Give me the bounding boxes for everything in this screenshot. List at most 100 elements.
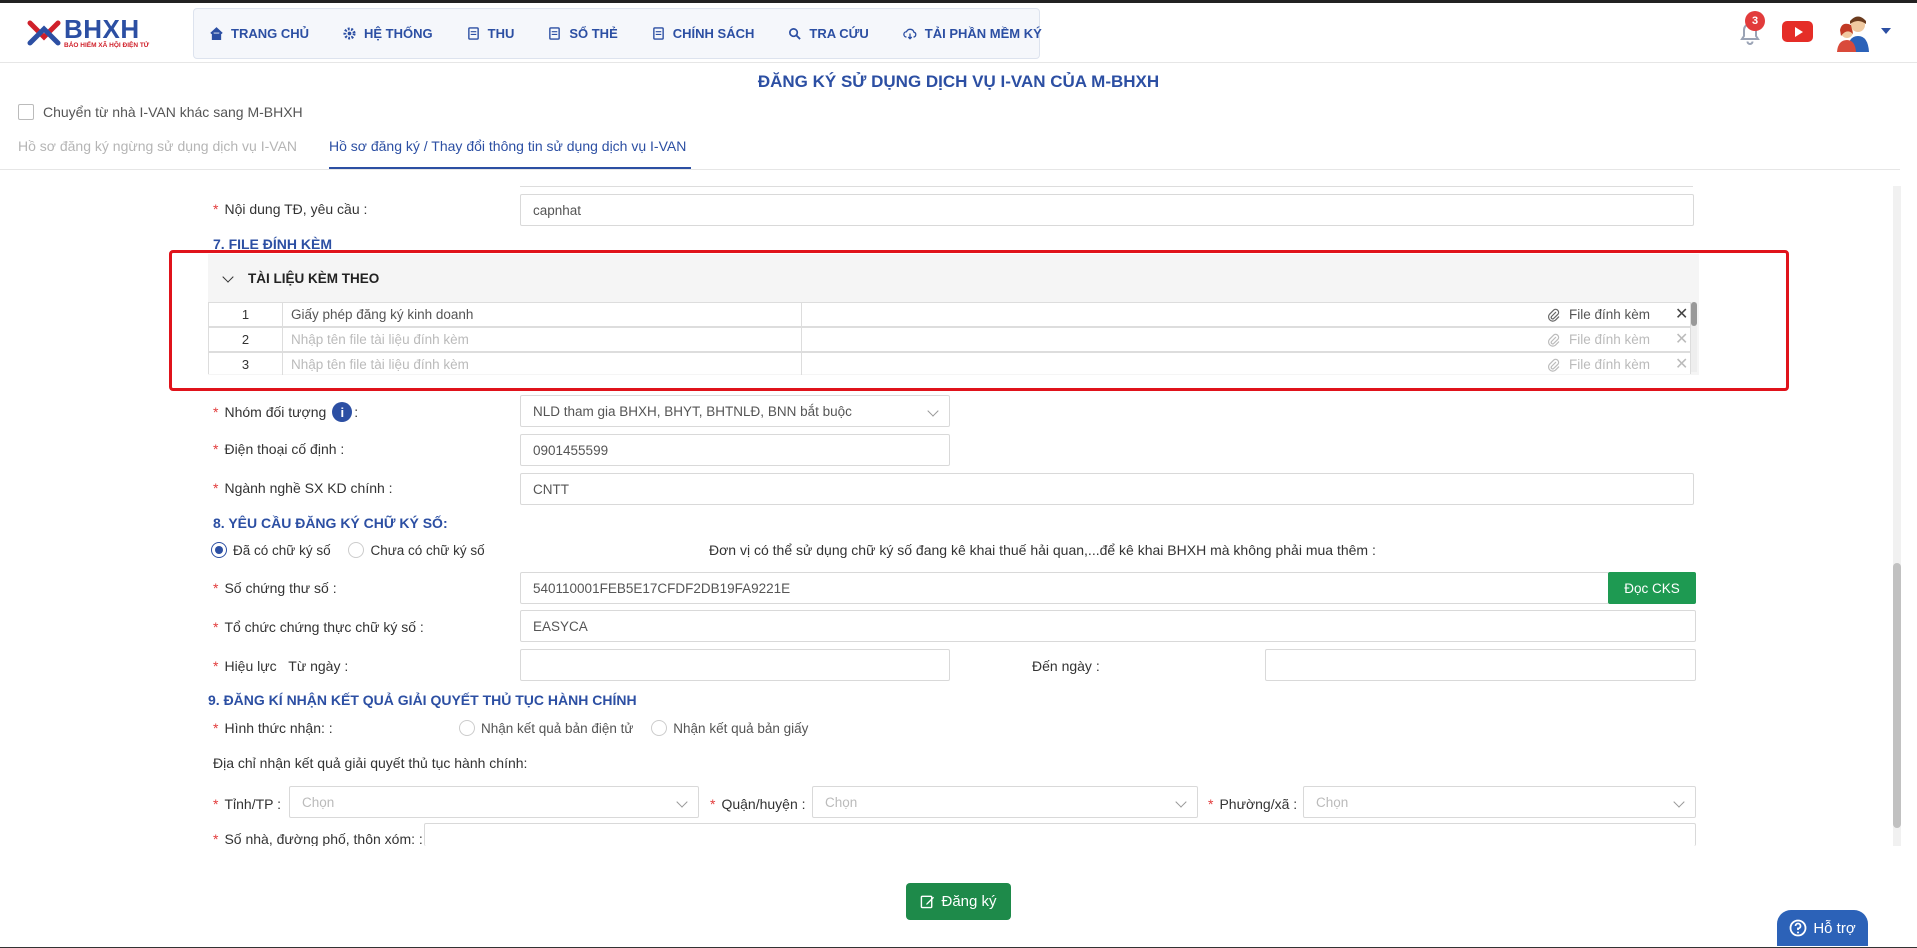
street-label: * Số nhà, đường phố, thôn xóm: : [213, 831, 423, 847]
main-business-label: * Ngành nghề SX KD chính : [213, 480, 393, 496]
receive-paper-radio[interactable]: Nhận kết quả bản giấy [651, 719, 808, 737]
document-icon [467, 27, 479, 40]
account-menu-caret[interactable] [1881, 28, 1891, 34]
nav-so-the[interactable]: SỔ THẺ [548, 26, 618, 41]
cert-serial-label: * Số chứng thư số : [213, 580, 337, 596]
nav-thu-label: THU [487, 26, 515, 41]
nav-chinh-sach-label: CHÍNH SÁCH [672, 26, 755, 41]
main-nav: TRANG CHỦ HỆ THỐNG THU SỔ THẺ CHÍNH SÁCH… [193, 8, 1042, 59]
bhxh-logo[interactable]: BHXH BẢO HIỂM XÃ HỘI ĐIỆN TỬ [26, 12, 171, 54]
has-signature-radio[interactable]: Đã có chữ ký số [211, 541, 331, 559]
nav-home[interactable]: TRANG CHỦ [210, 26, 309, 41]
logo-subtitle: BẢO HIỂM XÃ HỘI ĐIỆN TỬ [64, 42, 150, 49]
nav-download-signer-label: TẢI PHẦN MỀM KÝ [924, 26, 1042, 41]
support-button-label: Hỗ trợ [1813, 919, 1856, 937]
cert-org-label: * Tổ chức chứng thực chữ ký số : [213, 619, 424, 635]
checkbox-box[interactable] [18, 104, 34, 120]
nav-chinh-sach[interactable]: CHÍNH SÁCH [652, 26, 755, 41]
province-label: * Tỉnh/TP : [213, 796, 281, 812]
signature-note: Đơn vị có thể sử dụng chữ ký số đang kê … [709, 542, 1376, 558]
cert-org-input[interactable]: EASYCA [520, 610, 1696, 642]
from-date-label: Từ ngày [288, 658, 341, 674]
page-title: ĐĂNG KÝ SỬ DỤNG DỊCH VỤ I-VAN CỦA M-BHXH [757, 72, 1160, 91]
search-icon [789, 28, 802, 40]
target-group-select[interactable]: NLD tham gia BHXH, BHYT, BHTNLĐ, BNN bắt… [520, 395, 950, 427]
nav-tra-cuu[interactable]: TRA CỨU [788, 26, 869, 41]
nav-thu[interactable]: THU [467, 26, 515, 41]
nav-tra-cuu-label: TRA CỨU [809, 26, 869, 41]
previous-field-edge [520, 186, 1693, 188]
avatar[interactable] [1833, 12, 1875, 54]
document-icon [549, 27, 561, 40]
receive-method-radio-group: Nhận kết quả bản điện tử Nhận kết quả bả… [459, 719, 808, 737]
chevron-down-icon [676, 796, 688, 808]
landline-input[interactable]: 0901455599 [520, 434, 950, 466]
info-icon[interactable]: i [332, 402, 353, 422]
ward-placeholder: Chọn [1316, 794, 1349, 810]
signature-radio-group: Đã có chữ ký số Chưa có chữ ký số [211, 541, 485, 559]
radio-button[interactable] [459, 720, 475, 737]
no-signature-radio[interactable]: Chưa có chữ ký số [348, 541, 485, 559]
chevron-down-icon [927, 405, 939, 417]
chevron-down-icon [1673, 796, 1685, 808]
help-icon [1789, 919, 1807, 937]
gear-icon [343, 27, 356, 40]
cert-serial-input[interactable]: 540110001FEB5E17CFDF2DB19FA9221E [520, 572, 1609, 604]
nav-so-the-label: SỔ THẺ [569, 26, 618, 41]
nav-system[interactable]: HỆ THỐNG [343, 26, 433, 41]
radio-button[interactable] [348, 542, 365, 559]
ward-select[interactable]: Chọn [1303, 786, 1696, 818]
tab-stop-service[interactable]: Hồ sơ đăng ký ngừng sử dụng dịch vụ I-VA… [18, 138, 297, 154]
district-label: * Quận/huyện : [710, 796, 806, 812]
logo-title: BHXH [64, 14, 140, 44]
to-date-input[interactable] [1265, 649, 1696, 681]
youtube-icon[interactable] [1782, 21, 1813, 42]
download-cloud-icon [903, 28, 917, 40]
nav-home-label: TRANG CHỦ [231, 26, 309, 41]
highlight-box [169, 250, 1789, 391]
notification-badge: 3 [1745, 11, 1765, 31]
nav-download-signer[interactable]: TẢI PHẦN MỀM KÝ [903, 26, 1042, 41]
province-select[interactable]: Chọn [289, 786, 699, 818]
active-tab-indicator [329, 167, 691, 169]
read-cert-button[interactable]: Đọc CKS [1608, 572, 1696, 604]
switch-ivan-checkbox[interactable]: Chuyển từ nhà I-VAN khác sang M-BHXH [18, 104, 303, 120]
receive-method-label: * Hình thức nhận: : [213, 720, 333, 736]
bhxh-logo-icon [27, 20, 61, 46]
switch-ivan-label: Chuyển từ nhà I-VAN khác sang M-BHXH [43, 104, 303, 120]
section-9-title: 9. ĐĂNG KÍ NHẬN KẾT QUẢ GIẢI QUYẾT THỦ T… [208, 692, 637, 708]
page-scroll-thumb[interactable] [1893, 563, 1901, 828]
header-divider [0, 62, 1917, 63]
to-date-label: Đến ngày : [1032, 658, 1100, 674]
radio-button[interactable] [651, 720, 668, 737]
tab-register-change[interactable]: Hồ sơ đăng ký / Thay đổi thông tin sử dụ… [329, 138, 686, 154]
content-change-input[interactable]: capnhat [520, 194, 1694, 226]
home-icon [210, 27, 223, 40]
edit-icon [921, 895, 935, 909]
document-icon [652, 27, 664, 40]
register-button[interactable]: Đăng ký [906, 883, 1011, 920]
receive-electronic-radio[interactable]: Nhận kết quả bản điện tử [459, 719, 633, 737]
street-input[interactable] [424, 823, 1696, 846]
chevron-down-icon [1175, 796, 1187, 808]
district-select[interactable]: Chọn [812, 786, 1198, 818]
from-date-input[interactable] [520, 649, 950, 681]
ward-label: * Phường/xã : [1208, 796, 1298, 812]
main-business-input[interactable]: CNTT [520, 473, 1694, 505]
form-clip [0, 846, 1890, 876]
validity-label: * Hiệu lực Từ ngày : [213, 658, 349, 674]
content-change-label: * Nội dung TĐ, yêu cầu : [213, 201, 368, 217]
target-group-value: NLD tham gia BHXH, BHYT, BHTNLĐ, BNN bắt… [533, 403, 852, 419]
play-icon [1794, 26, 1803, 37]
tabs-divider [0, 169, 1900, 170]
radio-button[interactable] [211, 542, 227, 559]
section-8-title: 8. YÊU CẦU ĐĂNG KÝ CHỮ KÝ SỐ: [213, 515, 448, 531]
landline-label: * Điện thoại cố định : [213, 441, 345, 457]
support-button[interactable]: Hỗ trợ [1777, 910, 1868, 946]
address-label: Địa chỉ nhận kết quả giải quyết thủ tục … [213, 755, 528, 771]
register-button-label: Đăng ký [941, 893, 997, 910]
nav-system-label: HỆ THỐNG [364, 26, 433, 41]
province-placeholder: Chọn [302, 794, 335, 810]
target-group-label: * Nhóm đối tượng i: [213, 402, 359, 422]
district-placeholder: Chọn [825, 794, 858, 810]
